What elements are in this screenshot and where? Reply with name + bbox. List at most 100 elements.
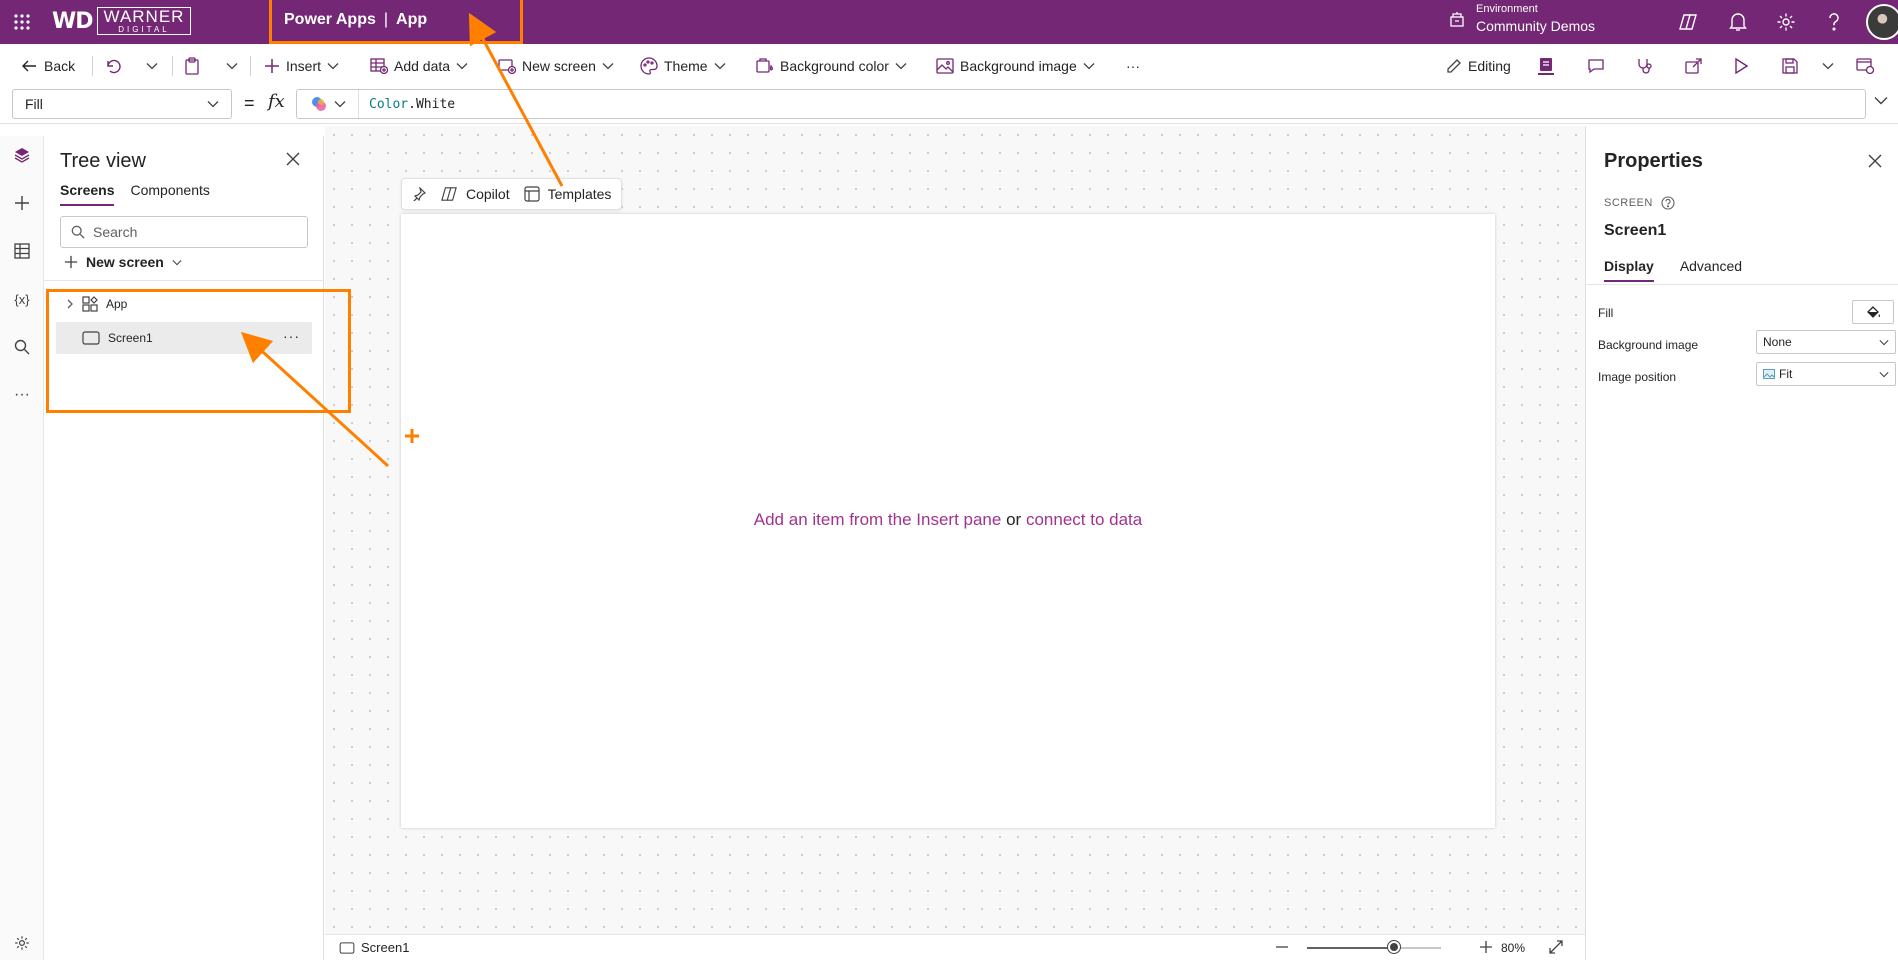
- zoom-slider-fill: [1307, 947, 1394, 949]
- tab-advanced[interactable]: Advanced: [1680, 258, 1742, 282]
- warner-digital-logo[interactable]: WD WARNER DIGITAL: [52, 6, 192, 36]
- image-icon: [1763, 369, 1775, 379]
- theme-button[interactable]: Theme: [640, 54, 726, 78]
- chevron-down-icon: [602, 63, 614, 70]
- expand-formula-icon[interactable]: [1874, 96, 1888, 105]
- insert-pane-link[interactable]: Add an item from the Insert pane: [754, 510, 1002, 529]
- chevron-down-icon: [226, 63, 238, 70]
- property-dropdown[interactable]: Fill: [12, 89, 232, 119]
- tab-display[interactable]: Display: [1604, 258, 1654, 282]
- tree-tabs: Screens Components: [60, 182, 210, 206]
- environment-picker[interactable]: Environment Community Demos: [1448, 2, 1595, 36]
- copilot-formula-button[interactable]: [297, 90, 359, 118]
- clipboard-icon: [185, 57, 199, 75]
- screen1-canvas[interactable]: Add an item from the Insert pane or conn…: [401, 214, 1495, 828]
- divider: [172, 56, 173, 76]
- chevron-down-icon: [456, 63, 468, 70]
- equals-sign: =: [244, 93, 255, 113]
- divider: [44, 280, 324, 281]
- canvas-area[interactable]: Copilot Templates Add an item from the I…: [325, 126, 1585, 934]
- search-icon[interactable]: [9, 334, 35, 360]
- search-input[interactable]: Search: [60, 216, 308, 248]
- more-icon[interactable]: ···: [9, 382, 35, 408]
- connect-data-link[interactable]: connect to data: [1026, 510, 1142, 529]
- save-dropdown[interactable]: [1822, 54, 1834, 78]
- background-image-dropdown[interactable]: None: [1756, 330, 1896, 354]
- data-icon[interactable]: [9, 238, 35, 264]
- new-screen-button[interactable]: New screen: [498, 54, 614, 78]
- save-icon[interactable]: [1782, 54, 1798, 78]
- play-icon[interactable]: [1734, 54, 1748, 78]
- command-bar: Back Insert Add data New screen Theme Ba…: [0, 44, 1898, 88]
- chevron-down-icon: [1083, 63, 1095, 70]
- image-position-dropdown[interactable]: Fit: [1756, 362, 1896, 386]
- tab-components[interactable]: Components: [130, 182, 209, 206]
- close-icon[interactable]: [1868, 154, 1882, 168]
- tree-view-panel: Tree view Screens Components Search New …: [44, 136, 324, 960]
- copilot-icon: [441, 187, 457, 201]
- zoom-slider[interactable]: [1307, 941, 1441, 953]
- fill-color-picker[interactable]: [1852, 300, 1894, 324]
- publish-icon[interactable]: [1856, 54, 1874, 78]
- variables-icon[interactable]: {x}: [9, 286, 35, 312]
- health-check-icon[interactable]: [1635, 54, 1653, 78]
- chevron-down-icon: [207, 101, 219, 108]
- close-icon[interactable]: [286, 152, 300, 166]
- gear-icon[interactable]: [1774, 10, 1798, 34]
- undo-button[interactable]: [104, 54, 122, 78]
- tab-screens[interactable]: Screens: [60, 182, 115, 206]
- copilot-icon[interactable]: [1676, 10, 1700, 34]
- comments-icon[interactable]: [1587, 54, 1605, 78]
- app-checker-icon[interactable]: [1538, 54, 1554, 78]
- new-screen-button[interactable]: New screen: [64, 254, 182, 270]
- formula-text: Color.White: [369, 96, 456, 112]
- settings-icon[interactable]: [9, 930, 35, 956]
- more-commands-button[interactable]: ···: [1126, 54, 1140, 78]
- image-position-label: Image position: [1598, 370, 1677, 384]
- insert-icon[interactable]: [9, 190, 35, 216]
- chevron-down-icon: [1879, 339, 1889, 345]
- background-image-button[interactable]: Background image: [936, 54, 1095, 78]
- zoom-level: 80%: [1501, 941, 1526, 955]
- templates-button[interactable]: Templates: [523, 186, 611, 202]
- back-button[interactable]: Back: [20, 54, 75, 78]
- background-color-button[interactable]: Background color: [756, 54, 907, 78]
- chevron-down-icon: [334, 101, 345, 108]
- search-icon: [71, 225, 85, 239]
- screen-icon: [339, 941, 355, 954]
- zoom-in-icon[interactable]: [1479, 940, 1493, 954]
- pin-icon[interactable]: [412, 187, 426, 201]
- undo-dropdown[interactable]: [146, 54, 158, 78]
- environment-name: Community Demos: [1476, 18, 1596, 34]
- waffle-icon[interactable]: [8, 8, 36, 36]
- user-avatar[interactable]: [1866, 4, 1898, 40]
- editing-mode-button[interactable]: Editing: [1446, 54, 1511, 78]
- zoom-slider-handle[interactable]: [1388, 941, 1400, 953]
- fit-to-window-icon[interactable]: [1549, 940, 1563, 954]
- copilot-icon: [311, 97, 326, 111]
- properties-panel: Properties SCREEN Screen1 Display Advanc…: [1585, 126, 1898, 960]
- help-icon: [1661, 196, 1675, 210]
- new-screen-icon: [498, 59, 516, 74]
- zoom-out-icon[interactable]: [1275, 940, 1289, 954]
- current-screen-indicator[interactable]: Screen1: [339, 940, 409, 955]
- paste-dropdown[interactable]: [226, 54, 238, 78]
- control-kind: SCREEN: [1604, 196, 1675, 210]
- fill-label: Fill: [1598, 306, 1614, 320]
- formula-bar: Fill = fx Color.White: [0, 88, 1898, 124]
- tree-view-icon[interactable]: [9, 142, 35, 168]
- help-icon[interactable]: [1822, 10, 1846, 34]
- tree-view-title: Tree view: [60, 150, 146, 172]
- paste-button[interactable]: [184, 54, 200, 78]
- share-icon[interactable]: [1685, 54, 1703, 78]
- chevron-down-icon: [1879, 371, 1889, 377]
- bell-icon[interactable]: [1726, 10, 1750, 34]
- fx-icon[interactable]: fx: [268, 91, 285, 112]
- control-name[interactable]: Screen1: [1604, 222, 1666, 240]
- templates-icon: [523, 186, 540, 202]
- copilot-button[interactable]: Copilot: [440, 186, 510, 202]
- formula-input[interactable]: Color.White: [296, 89, 1866, 119]
- add-data-button[interactable]: Add data: [370, 54, 468, 78]
- insert-button[interactable]: Insert: [264, 54, 339, 78]
- environment-label: Environment: [1476, 3, 1538, 15]
